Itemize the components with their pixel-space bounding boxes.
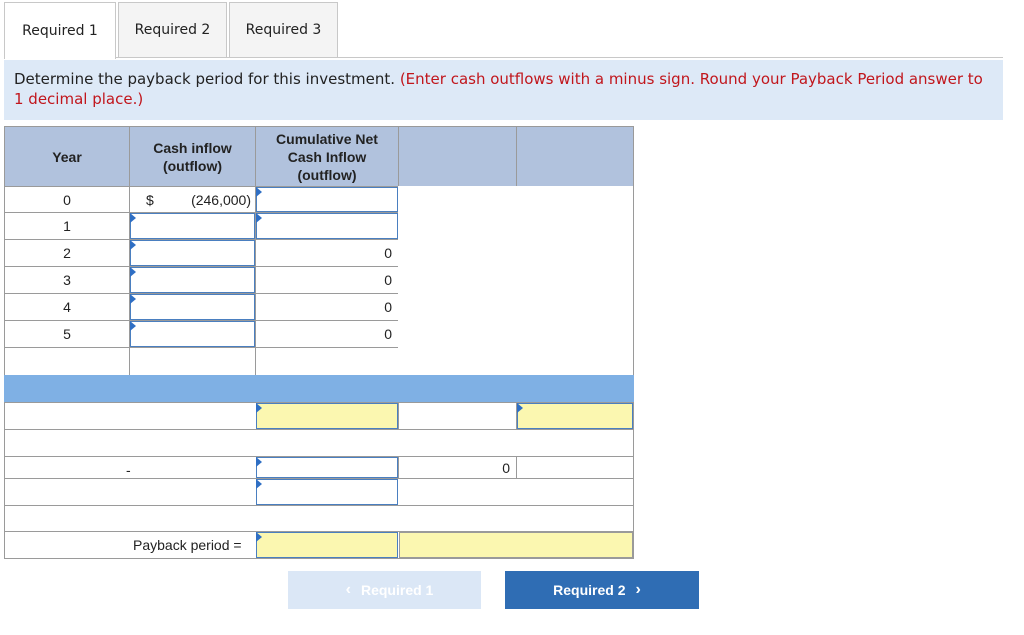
payback-table: Year Cash inflow (outflow) Cumulative Ne…	[4, 126, 634, 559]
cumulative-cell-year-3: 0	[255, 266, 399, 294]
tab-divider	[4, 57, 1003, 58]
header-blank-1	[398, 126, 517, 187]
calc-zero-cell: 0	[398, 456, 517, 479]
empty-cell	[255, 347, 399, 376]
flag-icon	[517, 403, 523, 413]
prev-label: Required 1	[360, 582, 434, 598]
cumulative-cell-year-2: 0	[255, 239, 399, 267]
flag-icon	[130, 213, 136, 223]
cash-input-year-5[interactable]	[130, 321, 255, 347]
calc-row	[4, 505, 634, 532]
year-cell: 2	[4, 239, 130, 267]
tab-label: Required 3	[245, 22, 322, 38]
answer-input-2[interactable]	[517, 403, 633, 429]
year-cell: 1	[4, 212, 130, 240]
chevron-left-icon: ‹	[345, 581, 351, 598]
cash-input-year-2[interactable]	[130, 240, 255, 266]
prev-button[interactable]: ‹ Required 1	[288, 571, 481, 609]
cash-input-year-1[interactable]	[130, 213, 255, 239]
cash-value: (246,000)	[191, 191, 251, 208]
blank-region	[398, 186, 634, 376]
chevron-right-icon: ›	[635, 581, 641, 598]
section-band	[4, 375, 634, 403]
flag-icon	[256, 403, 262, 413]
cash-input-year-4[interactable]	[130, 294, 255, 320]
cash-input-year-3[interactable]	[130, 267, 255, 293]
year-cell: 4	[4, 293, 130, 321]
currency-symbol: $	[146, 191, 154, 208]
empty-cell	[4, 347, 130, 376]
flag-icon	[256, 457, 262, 467]
next-label: Required 2	[553, 582, 626, 598]
calc-row	[4, 429, 634, 457]
answer-input-1[interactable]	[256, 403, 398, 429]
payback-result-cell	[399, 532, 633, 558]
flag-icon	[130, 240, 136, 250]
calc-input-2[interactable]	[256, 479, 398, 505]
cash-cell-year-0: $ (246,000)	[129, 186, 256, 213]
minus-sign: -	[126, 462, 131, 478]
tab-required-2[interactable]: Required 2	[118, 2, 227, 57]
calc-input-1[interactable]	[256, 457, 398, 478]
flag-icon	[130, 294, 136, 304]
instruction-panel: Determine the payback period for this in…	[4, 60, 1003, 120]
flag-icon	[256, 187, 262, 197]
tab-label: Required 2	[134, 22, 211, 38]
cumulative-input-year-0[interactable]	[256, 187, 398, 212]
payback-input[interactable]	[256, 532, 398, 558]
header-cash-inflow: Cash inflow (outflow)	[129, 126, 256, 187]
flag-icon	[256, 532, 262, 542]
flag-icon	[256, 479, 262, 489]
header-year: Year	[4, 126, 130, 187]
flag-icon	[130, 267, 136, 277]
instruction-text: Determine the payback period for this in…	[14, 70, 396, 88]
header-cumulative: Cumulative Net Cash Inflow (outflow)	[255, 126, 399, 187]
tab-required-3[interactable]: Required 3	[229, 2, 338, 57]
empty-cell	[129, 347, 256, 376]
year-cell: 3	[4, 266, 130, 294]
flag-icon	[256, 213, 262, 223]
cumulative-input-year-1[interactable]	[256, 213, 398, 239]
tab-required-1[interactable]: Required 1	[4, 2, 116, 59]
header-blank-2	[516, 126, 634, 187]
year-cell: 5	[4, 320, 130, 348]
year-cell: 0	[4, 186, 130, 213]
tab-label: Required 1	[22, 23, 98, 39]
calc-cell	[398, 402, 517, 430]
cumulative-cell-year-5: 0	[255, 320, 399, 348]
flag-icon	[130, 321, 136, 331]
next-button[interactable]: Required 2 ›	[505, 571, 699, 609]
cumulative-cell-year-4: 0	[255, 293, 399, 321]
payback-label: Payback period =	[133, 537, 242, 553]
